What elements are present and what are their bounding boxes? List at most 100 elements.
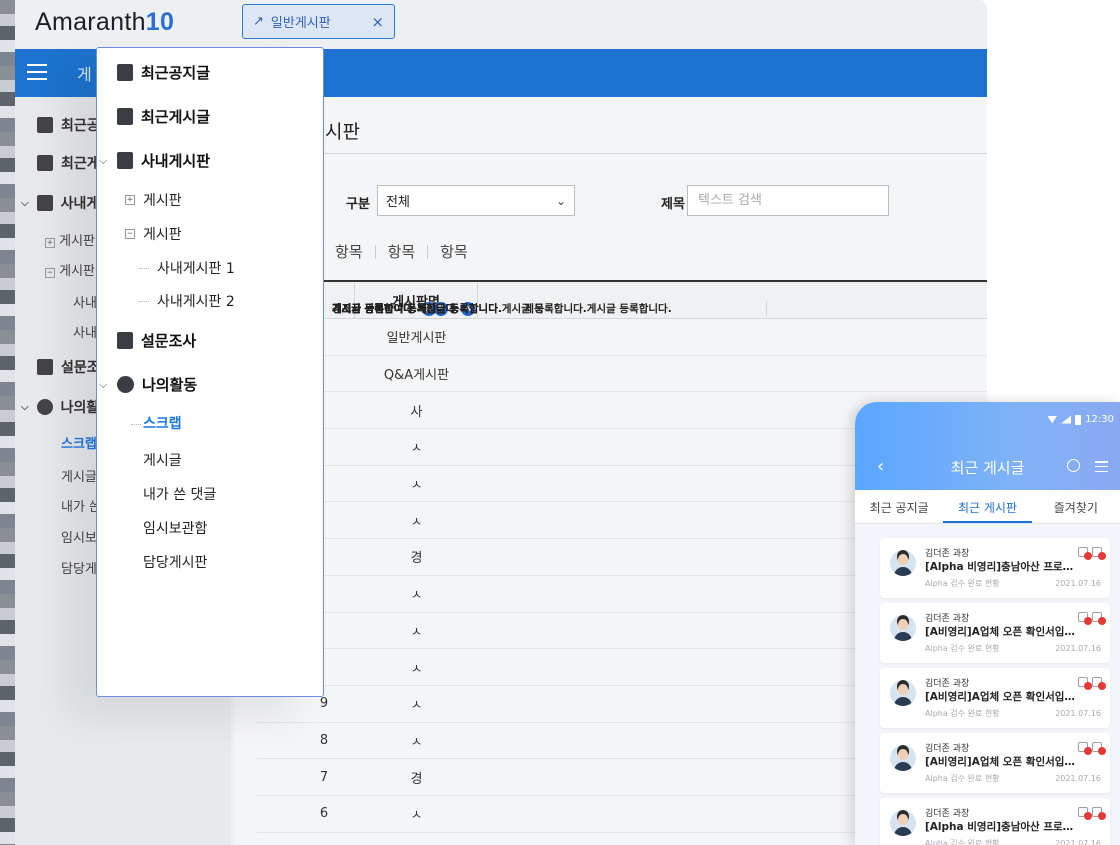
- title-search-input[interactable]: [687, 185, 889, 216]
- menu-item-label: 사내게시판 2: [157, 294, 235, 310]
- chip-item[interactable]: 항목: [388, 241, 416, 262]
- sidebar-sub-my-comments[interactable]: 내가 쓴: [61, 496, 101, 515]
- row-board: 경: [410, 771, 423, 787]
- search-row: 구분 전체 ⌄ 제목: [235, 185, 987, 221]
- avatar: [890, 810, 916, 836]
- chevron-down-icon[interactable]: ⌵: [99, 378, 107, 392]
- card-icons: [1078, 677, 1106, 690]
- header-title: 게: [77, 65, 92, 84]
- table-row[interactable]: 게시글 등록합니다. N 일반게시판: [257, 301, 987, 356]
- menu-item-survey[interactable]: 설문조사: [117, 330, 196, 351]
- search-icon[interactable]: [1067, 459, 1080, 472]
- row-board: 사: [410, 404, 423, 420]
- row-board: ㅅ: [410, 808, 423, 824]
- mobile-header: 12:30 ‹ 최근 게시글: [855, 402, 1120, 490]
- tab-recent-board[interactable]: 최근 게시판: [943, 490, 1032, 523]
- menu-icon[interactable]: [1095, 461, 1108, 472]
- mobile-title: 최근 게시글: [950, 459, 1025, 477]
- close-icon[interactable]: ×: [371, 13, 384, 31]
- divider: [427, 244, 429, 259]
- sidebar-item-my-activity[interactable]: ⌵ 나의활: [21, 397, 99, 417]
- user-circle-icon: [117, 376, 134, 393]
- menu-item-company-board-1[interactable]: 사내게시판 1: [157, 258, 235, 278]
- tab-recent-notice[interactable]: 최근 공지글: [855, 490, 943, 523]
- menu-item-recent-notice[interactable]: 최근공지글: [117, 62, 210, 83]
- menu-item-label: 내가 쓴 댓글: [143, 487, 217, 503]
- user-icon: [36, 399, 53, 415]
- tab-favorites[interactable]: 즐겨찾기: [1032, 490, 1120, 523]
- sidebar-sub-company-2[interactable]: 사내: [73, 322, 97, 341]
- row-board: ㅅ: [410, 734, 423, 750]
- sidebar-item-company-board[interactable]: ⌵ 사내게: [21, 193, 99, 213]
- menu-item-drafts[interactable]: 임시보관함: [143, 518, 207, 538]
- card-icons: [1078, 742, 1106, 755]
- sidebar-item-label: 나의활: [60, 400, 100, 416]
- open-tab-general-board[interactable]: ↗ 일반게시판 ×: [242, 4, 395, 39]
- row-board: ㅅ: [410, 698, 423, 714]
- card-author: 김더존 과장: [925, 549, 970, 559]
- sidebar-item-recent-post[interactable]: 최근게: [37, 153, 100, 173]
- post-card[interactable]: 김더존 과장 [A비영리]A업체 오픈 확인서입니다. Alpha 검수 완료 현황…: [880, 733, 1110, 793]
- background-photo: [0, 0, 15, 845]
- menu-item-posts[interactable]: 게시글: [143, 450, 182, 470]
- hamburger-menu-icon[interactable]: [27, 64, 47, 80]
- menu-item-label: 게시판: [143, 227, 182, 243]
- menu-item-recent-post[interactable]: 최근게시글: [117, 106, 210, 127]
- table-row[interactable]: 게시글 등록합니다. ⌀ N Q&A게시판: [257, 301, 987, 393]
- sidebar-item-label: 사내게: [60, 196, 100, 212]
- chevron-down-icon[interactable]: ⌵: [99, 154, 107, 168]
- expand-icon[interactable]: +: [45, 238, 55, 248]
- divider: [235, 153, 987, 154]
- attachment-icon: [1092, 742, 1106, 755]
- menu-item-company-board[interactable]: 사내게시판: [117, 150, 210, 171]
- sidebar-sub-company-1[interactable]: 사내: [73, 292, 97, 311]
- title-label: 제목: [661, 197, 685, 212]
- category-select[interactable]: 전체 ⌄: [377, 185, 575, 216]
- post-card[interactable]: 김더존 과장 [Alpha 비영리]충남아산 프로젝트 Alpha 검수 완료 현황…: [880, 798, 1110, 845]
- sidebar-sub-drafts[interactable]: 임시보: [61, 527, 97, 546]
- row-board: ㅅ: [410, 441, 423, 457]
- tree-connector: [131, 424, 141, 425]
- card-icons: [1078, 612, 1106, 625]
- card-icons: [1078, 547, 1106, 560]
- collapse-icon[interactable]: −: [45, 268, 55, 278]
- post-card[interactable]: 김더존 과장 [A비영리]A업체 오픈 확인서입니다. Alpha 검수 완료 현황…: [880, 668, 1110, 728]
- card-author: 김더존 과장: [925, 679, 970, 689]
- sidebar-sub-posts[interactable]: 게시글: [61, 466, 97, 485]
- chip-item[interactable]: 항목: [335, 241, 363, 262]
- card-icons: [1078, 807, 1106, 820]
- post-card[interactable]: 김더존 과장 [A비영리]A업체 오픈 확인서입니다. Alpha 검수 완료 현황…: [880, 603, 1110, 663]
- sidebar-sub-managed-board[interactable]: 담당게: [61, 558, 97, 577]
- row-title[interactable]: 게시글 등록합니다.: [302, 301, 767, 316]
- card-author: 김더존 과장: [925, 614, 970, 624]
- survey-icon: [117, 332, 133, 349]
- expand-icon[interactable]: +: [125, 195, 135, 205]
- sidebar-item-survey[interactable]: 설문조: [37, 357, 100, 377]
- menu-item-company-board-2[interactable]: 사내게시판 2: [157, 291, 235, 311]
- signal-icon: [1061, 415, 1072, 424]
- post-card[interactable]: 김더존 과장 [Alpha 비영리]충남아산 프로젝트 Alpha 검수 완료 현황…: [880, 538, 1110, 598]
- menu-item-scrap[interactable]: 스크랩: [143, 413, 182, 433]
- comment-icon: [1078, 807, 1092, 820]
- sidebar-item-label: 사내: [73, 326, 97, 341]
- card-title: [A비영리]A업체 오픈 확인서입니다.: [925, 626, 1075, 638]
- post-title[interactable]: 게시글 등록합니다.: [332, 301, 417, 316]
- menu-item-board-b[interactable]: − 게시판: [125, 224, 182, 244]
- menu-item-my-comments[interactable]: 내가 쓴 댓글: [143, 484, 216, 504]
- survey-icon: [37, 359, 53, 375]
- chip-item[interactable]: 항목: [440, 241, 468, 262]
- collapse-icon[interactable]: −: [125, 229, 135, 239]
- battery-icon: [1075, 414, 1082, 425]
- sidebar-sub-scrap[interactable]: 스크랩: [61, 433, 97, 452]
- sidebar-item-recent-notice[interactable]: 최근공: [37, 115, 100, 135]
- attachment-icon: [1092, 547, 1106, 560]
- menu-item-my-activity[interactable]: 나의활동: [117, 374, 197, 395]
- comment-icon: [1078, 547, 1092, 560]
- app-logo[interactable]: Amaranth10: [35, 8, 174, 37]
- menu-item-board-a[interactable]: + 게시판: [125, 190, 182, 210]
- menu-item-managed-board[interactable]: 담당게시판: [143, 552, 207, 572]
- menu-item-label: 사내게시판: [141, 152, 211, 170]
- sidebar-sub-board-a[interactable]: + 게시판: [45, 230, 95, 249]
- tree-connector: [139, 268, 149, 269]
- sidebar-sub-board-b[interactable]: − 게시판: [45, 260, 95, 279]
